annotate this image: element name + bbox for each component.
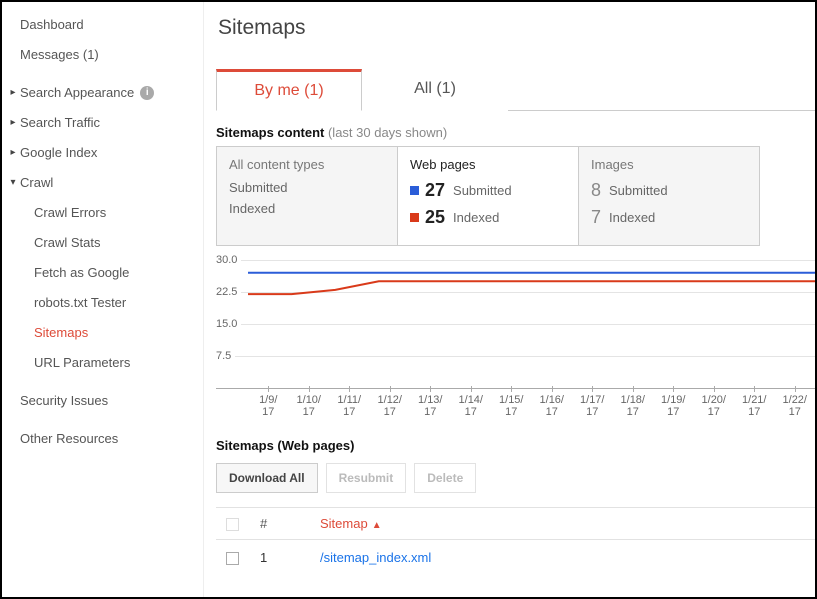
- chart: 30.0 22.5 15.0 7.5 1/9/171/10/171/11/171…: [216, 260, 815, 420]
- stat-card-images[interactable]: Images 8 Submitted 7 Indexed: [578, 146, 760, 246]
- tab-by-me[interactable]: By me (1): [216, 69, 362, 111]
- sidebar-item-sitemaps[interactable]: Sitemaps: [2, 318, 203, 348]
- x-tick: 1/19/17: [653, 394, 694, 418]
- x-tick: 1/11/17: [329, 394, 370, 418]
- stat-card-web-pages[interactable]: Web pages 27 Submitted 25 Indexed: [397, 146, 579, 246]
- sidebar-item-crawl[interactable]: ▾ Crawl: [2, 168, 203, 198]
- x-tick: 1/17/17: [572, 394, 613, 418]
- table-section-title: Sitemaps (Web pages): [216, 438, 815, 453]
- page-title: Sitemaps: [218, 16, 815, 40]
- sort-asc-icon: ▲: [372, 520, 382, 531]
- x-tick: 1/15/17: [491, 394, 532, 418]
- caret-right-icon: ▸: [8, 84, 18, 102]
- x-tick: 1/14/17: [451, 394, 492, 418]
- col-num[interactable]: #: [250, 508, 310, 540]
- sidebar: Dashboard Messages (1) ▸ Search Appearan…: [2, 2, 204, 597]
- x-tick: 1/21/17: [734, 394, 775, 418]
- red-swatch-icon: [410, 213, 419, 222]
- tabs: By me (1) All (1): [216, 68, 815, 111]
- sitemap-table-body: 1/sitemap_index.xml: [216, 540, 815, 576]
- table-buttons: Download All Resubmit Delete: [216, 463, 815, 493]
- col-sitemap[interactable]: Sitemap▲: [310, 508, 815, 540]
- y-tick: 30.0: [216, 254, 241, 266]
- y-tick: 7.5: [216, 350, 235, 362]
- sidebar-item-crawl-errors[interactable]: Crawl Errors: [2, 198, 203, 228]
- sidebar-item-robots-tester[interactable]: robots.txt Tester: [2, 288, 203, 318]
- tab-all[interactable]: All (1): [362, 69, 508, 111]
- select-all-checkbox[interactable]: [226, 518, 239, 531]
- x-tick: 1/16/17: [532, 394, 573, 418]
- stat-cards: All content types Submitted Indexed Web …: [216, 146, 815, 246]
- info-icon: i: [140, 86, 154, 100]
- x-axis: 1/9/171/10/171/11/171/12/171/13/171/14/1…: [248, 394, 815, 418]
- x-tick: 1/12/17: [370, 394, 411, 418]
- sidebar-item-security-issues[interactable]: Security Issues: [2, 386, 203, 416]
- main: Sitemaps By me (1) All (1) Sitemaps cont…: [204, 2, 815, 597]
- resubmit-button[interactable]: Resubmit: [326, 463, 407, 493]
- caret-right-icon: ▸: [8, 114, 18, 132]
- sidebar-item-crawl-stats[interactable]: Crawl Stats: [2, 228, 203, 258]
- stat-card-all[interactable]: All content types Submitted Indexed: [216, 146, 398, 246]
- download-all-button[interactable]: Download All: [216, 463, 318, 493]
- caret-down-icon: ▾: [8, 174, 18, 192]
- caret-right-icon: ▸: [8, 144, 18, 162]
- sidebar-item-messages[interactable]: Messages (1): [2, 40, 203, 70]
- sidebar-item-url-parameters[interactable]: URL Parameters: [2, 348, 203, 378]
- x-tick: 1/10/17: [289, 394, 330, 418]
- y-tick: 22.5: [216, 286, 241, 298]
- sidebar-item-search-appearance[interactable]: ▸ Search Appearance i: [2, 78, 203, 108]
- delete-button[interactable]: Delete: [414, 463, 476, 493]
- table-row[interactable]: 1/sitemap_index.xml: [216, 540, 815, 576]
- y-tick: 15.0: [216, 318, 241, 330]
- sitemap-table: # Sitemap▲ 1/sitemap_index.xml: [216, 507, 815, 575]
- sidebar-item-other-resources[interactable]: Other Resources: [2, 424, 203, 454]
- row-checkbox[interactable]: [226, 552, 239, 565]
- blue-swatch-icon: [410, 186, 419, 195]
- x-tick: 1/18/17: [613, 394, 654, 418]
- x-tick: 1/13/17: [410, 394, 451, 418]
- sidebar-item-fetch-as-google[interactable]: Fetch as Google: [2, 258, 203, 288]
- x-tick: 1/20/17: [694, 394, 735, 418]
- chart-lines: [248, 260, 815, 388]
- content-header: Sitemaps content (last 30 days shown): [216, 125, 815, 140]
- sidebar-item-google-index[interactable]: ▸ Google Index: [2, 138, 203, 168]
- row-num: 1: [250, 540, 310, 576]
- sidebar-item-search-traffic[interactable]: ▸ Search Traffic: [2, 108, 203, 138]
- x-tick: 1/9/17: [248, 394, 289, 418]
- x-tick: 1/22/17: [775, 394, 816, 418]
- row-sitemap-link[interactable]: /sitemap_index.xml: [310, 540, 815, 576]
- sidebar-item-dashboard[interactable]: Dashboard: [2, 10, 203, 40]
